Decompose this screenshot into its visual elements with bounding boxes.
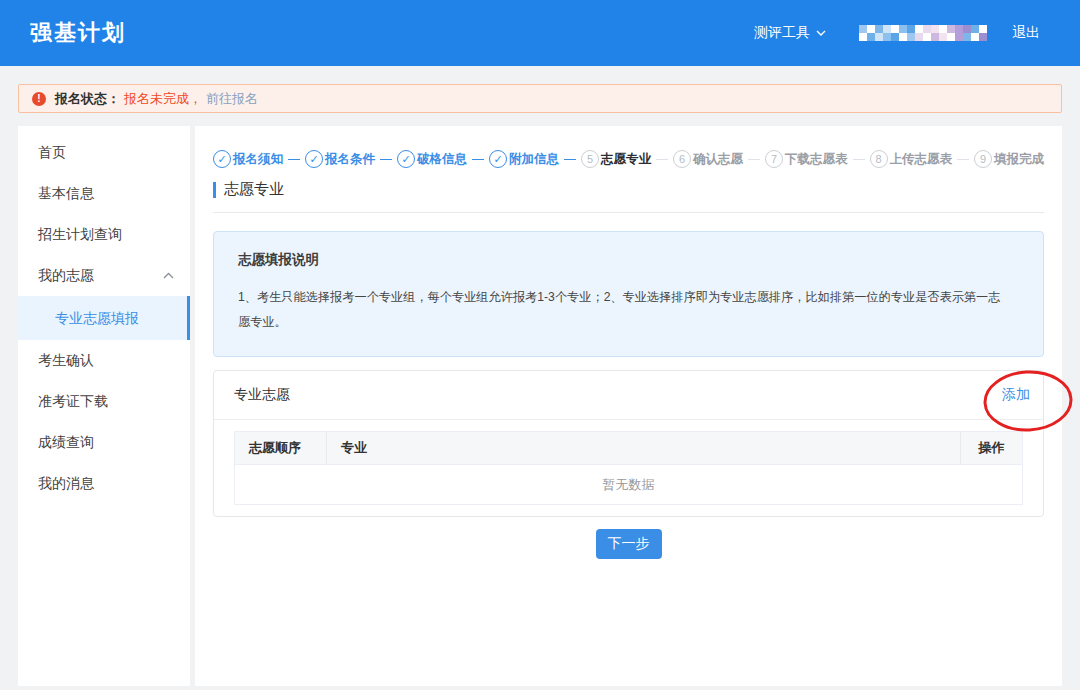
redacted-username [859,25,987,41]
step-check-icon: ✓ [213,150,231,168]
alert-status: 报名未完成， [124,90,202,108]
instructions-body: 1、考生只能选择报考一个专业组，每个专业组允许报考1-3个专业；2、专业选择排序… [238,285,1011,335]
step-label: 报名须知 [233,151,283,168]
step-connector [853,159,865,160]
step-3: ✓破格信息 [397,150,467,168]
step-9: 9填报完成 [974,150,1044,168]
step-label: 附加信息 [509,151,559,168]
step-connector [564,159,576,160]
preference-table: 志愿顺序 专业 操作 暂无数据 [234,431,1023,505]
col-header-order: 志愿顺序 [235,432,327,465]
step-1: ✓报名须知 [213,150,283,168]
step-connector [748,159,760,160]
sidebar-item-enrollment-plan[interactable]: 招生计划查询 [18,214,190,255]
progress-stepper: ✓报名须知✓报名条件✓破格信息✓附加信息5志愿专业6确认志愿7下载志愿表8上传志… [213,150,1044,168]
col-header-major: 专业 [327,432,961,465]
step-7: 7下载志愿表 [765,150,848,168]
step-2: ✓报名条件 [305,150,375,168]
major-preference-card: 专业志愿 添加 志愿顺序 专业 操作 暂无数据 [213,370,1044,517]
step-number: 9 [974,150,992,168]
add-button[interactable]: 添加 [1002,386,1030,404]
step-number: 7 [765,150,783,168]
step-connector [656,159,668,160]
assessment-tool-label: 测评工具 [754,24,810,42]
step-number: 8 [870,150,888,168]
step-label: 破格信息 [417,151,467,168]
sidebar-item-my-preferences[interactable]: 我的志愿 [18,255,190,296]
step-label: 上传志愿表 [890,151,953,168]
sidebar-item-basic-info[interactable]: 基本信息 [18,173,190,214]
section-title: 志愿专业 [224,180,284,199]
logout-button[interactable]: 退出 [1012,24,1040,42]
chevron-down-icon [816,30,826,37]
go-register-link[interactable]: 前往报名 [206,90,258,108]
col-header-operation: 操作 [961,432,1023,465]
step-label: 确认志愿 [693,151,743,168]
step-connector [288,159,300,160]
step-label: 填报完成 [994,151,1044,168]
step-check-icon: ✓ [305,150,323,168]
step-check-icon: ✓ [397,150,415,168]
section-header: 志愿专业 [213,180,1044,199]
sidebar-item-my-messages[interactable]: 我的消息 [18,463,190,504]
step-5: 5志愿专业 [581,150,651,168]
step-number: 5 [581,150,599,168]
step-4: ✓附加信息 [489,150,559,168]
sidebar-item-admission-ticket[interactable]: 准考证下载 [18,381,190,422]
main-panel: ✓报名须知✓报名条件✓破格信息✓附加信息5志愿专业6确认志愿7下载志愿表8上传志… [195,126,1062,686]
step-check-icon: ✓ [489,150,507,168]
step-number: 6 [673,150,691,168]
step-8: 8上传志愿表 [870,150,953,168]
sidebar-item-major-preference[interactable]: 专业志愿填报 [18,296,190,340]
card-header: 专业志愿 添加 [214,371,1043,420]
sidebar: 首页 基本信息 招生计划查询 我的志愿 专业志愿填报 考生确认 准考证下载 成绩… [18,126,190,686]
next-step-button[interactable]: 下一步 [596,529,662,559]
step-label: 下载志愿表 [785,151,848,168]
error-icon: ! [32,92,46,106]
step-connector [380,159,392,160]
step-connector [472,159,484,160]
sidebar-item-candidate-confirm[interactable]: 考生确认 [18,340,190,381]
step-6: 6确认志愿 [673,150,743,168]
step-label: 报名条件 [325,151,375,168]
app-title: 强基计划 [30,18,126,48]
step-connector [957,159,969,160]
alert-label: 报名状态： [55,90,120,108]
preference-instructions-box: 志愿填报说明 1、考生只能选择报考一个专业组，每个专业组允许报考1-3个专业；2… [213,231,1044,357]
app-header: 强基计划 测评工具 退出 [0,0,1080,66]
empty-table-placeholder: 暂无数据 [235,465,1023,505]
step-label: 志愿专业 [601,151,651,168]
instructions-title: 志愿填报说明 [238,251,1011,269]
card-title: 专业志愿 [234,386,290,404]
registration-status-alert: ! 报名状态： 报名未完成， 前往报名 [18,84,1062,113]
section-accent-bar [213,182,216,198]
divider [213,212,1044,213]
chevron-up-icon [163,272,174,279]
sidebar-item-home[interactable]: 首页 [18,132,190,173]
assessment-tool-menu[interactable]: 测评工具 [754,24,826,42]
sidebar-item-score-query[interactable]: 成绩查询 [18,422,190,463]
